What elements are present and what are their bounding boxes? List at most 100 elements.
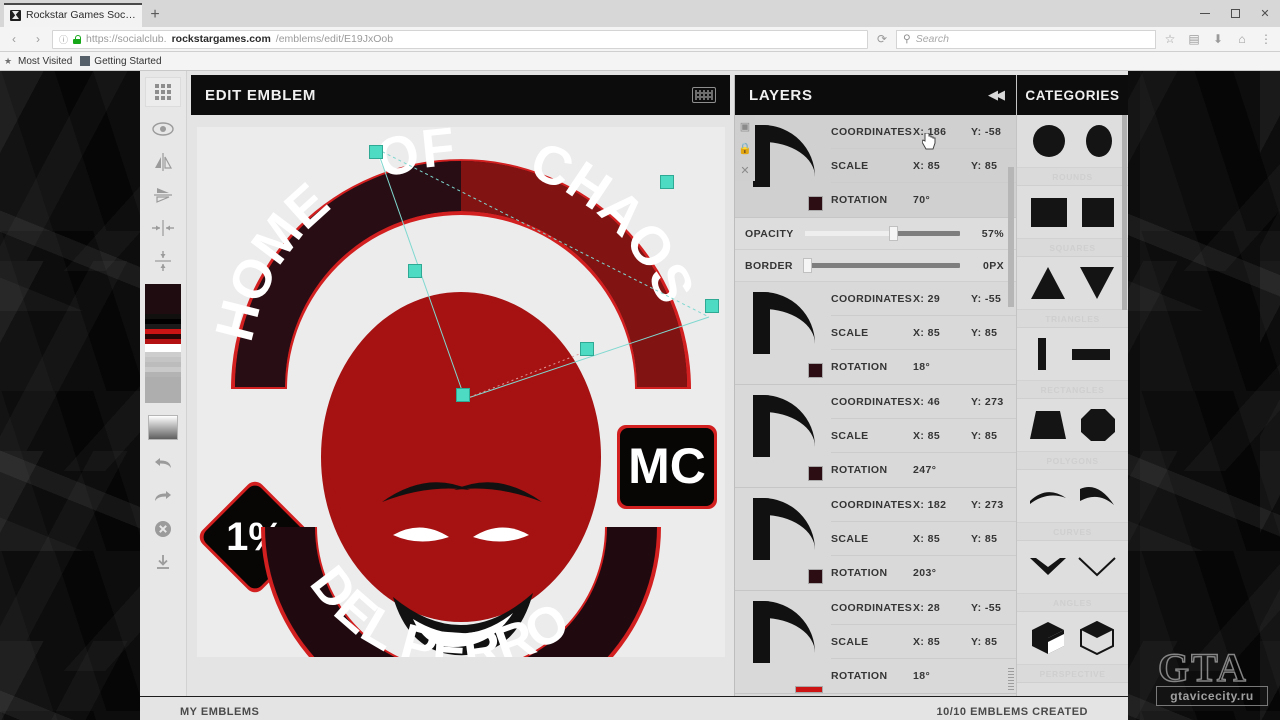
triangle-down-icon[interactable]: [1079, 266, 1115, 300]
selection-handle[interactable]: [455, 388, 470, 402]
category-polygons[interactable]: POLYGONS: [1017, 399, 1128, 470]
category-perspective[interactable]: PERSPECTIVE: [1017, 612, 1128, 683]
categories-list[interactable]: ROUNDS SQUARES TRIANGLES RECTANGLES POLY…: [1017, 115, 1128, 696]
maximize-button[interactable]: [1220, 0, 1250, 27]
category-triangles[interactable]: TRIANGLES: [1017, 257, 1128, 328]
rotation-value: 247°: [913, 464, 937, 476]
category-label: TRIANGLES: [1017, 309, 1128, 327]
cube-solid-icon[interactable]: [1030, 621, 1066, 655]
scale-y: Y: 85: [971, 635, 998, 648]
chevron-bold-icon[interactable]: [1029, 555, 1067, 579]
bookmark-most-visited[interactable]: ★ Most Visited: [4, 56, 72, 67]
bookmark-star-icon[interactable]: ☆: [1160, 29, 1180, 49]
layer-row[interactable]: COORDINATES X: 29 Y: -55 SCALE X: 85 Y: …: [735, 282, 1016, 385]
layer-row[interactable]: COORDINATES X: 28 Y: -55 SCALE X: 85 Y: …: [735, 591, 1016, 694]
color-swatch-stack[interactable]: [145, 284, 181, 403]
curve-thin-icon[interactable]: [1029, 484, 1067, 508]
minimize-button[interactable]: [1190, 0, 1220, 27]
back-icon[interactable]: ‹: [4, 29, 24, 49]
downloads-icon[interactable]: ⬇: [1208, 29, 1228, 49]
layer-thumbnail: [735, 591, 831, 693]
square-icon[interactable]: [1030, 197, 1068, 228]
prop-label: COORDINATES: [831, 601, 913, 614]
reload-icon[interactable]: ⟳: [872, 29, 892, 49]
bookmark-folder-icon: [80, 56, 91, 66]
redo-icon[interactable]: [146, 479, 180, 512]
search-input[interactable]: ⚲ Search: [896, 29, 1156, 49]
align-center-vertical-icon[interactable]: [146, 244, 180, 277]
lock-icon[interactable]: 🔒: [735, 137, 755, 159]
undo-icon[interactable]: [146, 446, 180, 479]
layers-header: LAYERS ◀◀: [735, 75, 1016, 115]
selection-handle[interactable]: [704, 299, 719, 313]
selection-handle[interactable]: [579, 342, 594, 356]
category-curves[interactable]: CURVES: [1017, 470, 1128, 541]
category-rectangles[interactable]: RECTANGLES: [1017, 328, 1128, 399]
menu-icon[interactable]: ⋮: [1256, 29, 1276, 49]
layer-row[interactable]: COORDINATES X: 182 Y: 273 SCALE X: 85 Y:…: [735, 488, 1016, 591]
octagon-icon[interactable]: [1080, 408, 1116, 442]
coordinate-y: Y: 273: [971, 395, 1004, 408]
selection-handle[interactable]: [659, 175, 674, 189]
border-slider[interactable]: [803, 258, 960, 273]
forward-icon[interactable]: ›: [28, 29, 48, 49]
scale-x: X: 85: [913, 159, 941, 172]
category-angles[interactable]: ANGLES: [1017, 541, 1128, 612]
layers-list[interactable]: ▣ 🔒 ✕ COORDINATES X: 186 Y: -58 SCALE X:…: [735, 115, 1016, 696]
layers-scrollbar[interactable]: [1008, 167, 1014, 307]
align-center-horizontal-icon[interactable]: [146, 211, 180, 244]
my-emblems-label[interactable]: MY EMBLEMS: [180, 706, 259, 718]
eye-icon[interactable]: [146, 112, 180, 145]
coordinate-x: X: 29: [913, 292, 941, 305]
selection-handle[interactable]: [368, 145, 383, 159]
chevron-thin-icon[interactable]: [1078, 555, 1116, 579]
curve-thick-icon[interactable]: [1078, 483, 1116, 509]
clear-circle-icon[interactable]: [146, 512, 180, 545]
layer-sliders: OPACITY 57% BORDER 0PX: [735, 133, 1016, 282]
emblem-canvas[interactable]: HOME OF CHAOS 1% MC DEL PERRO: [196, 127, 725, 657]
ellipse-icon[interactable]: [1084, 124, 1114, 158]
triangle-up-icon[interactable]: [1030, 266, 1066, 300]
collapse-left-icon[interactable]: ◀◀: [988, 87, 1005, 103]
category-rounds[interactable]: ROUNDS: [1017, 115, 1128, 186]
flip-vertical-icon[interactable]: [146, 178, 180, 211]
download-icon[interactable]: [146, 545, 180, 578]
browser-tab[interactable]: Rockstar Games Social Club: [4, 3, 142, 27]
favicon-rockstar: [10, 9, 21, 21]
duplicate-icon[interactable]: ▣: [735, 115, 755, 137]
layers-scroll-grip[interactable]: [1008, 668, 1014, 690]
home-icon[interactable]: ⌂: [1232, 29, 1252, 49]
watermark-logo: GTA: [1157, 644, 1248, 691]
page-info-icon[interactable]: ⓘ: [59, 33, 68, 46]
layer-row[interactable]: ▣ 🔒 ✕ COORDINATES X: 186 Y: -58 SCALE X:…: [735, 115, 1016, 218]
layer-row[interactable]: COORDINATES X: 46 Y: 273 SCALE X: 85 Y: …: [735, 385, 1016, 488]
prop-label: COORDINATES: [831, 125, 913, 138]
selection-handle[interactable]: [407, 264, 422, 278]
category-squares[interactable]: SQUARES: [1017, 186, 1128, 257]
categories-scrollbar[interactable]: [1122, 115, 1127, 310]
bookmark-label: Most Visited: [18, 55, 73, 67]
layer-color-swatch: [808, 363, 823, 378]
flip-horizontal-icon[interactable]: [146, 145, 180, 178]
library-icon[interactable]: ▤: [1184, 29, 1204, 49]
scale-x: X: 85: [913, 326, 941, 339]
gradient-picker[interactable]: [148, 415, 178, 440]
keyboard-icon[interactable]: [692, 87, 716, 103]
square-outline-icon[interactable]: [1081, 197, 1115, 228]
bookmark-getting-started[interactable]: Getting Started: [80, 56, 162, 67]
prop-label: ROTATION: [831, 361, 888, 373]
circle-icon[interactable]: [1031, 124, 1067, 158]
opacity-slider[interactable]: [805, 226, 960, 241]
bar-vertical-icon[interactable]: [1033, 336, 1051, 372]
trapezoid-icon[interactable]: [1029, 410, 1067, 440]
close-button[interactable]: ✕: [1250, 0, 1280, 27]
cube-outline-icon[interactable]: [1079, 621, 1115, 655]
grid-icon[interactable]: [145, 77, 181, 107]
address-bar[interactable]: ⓘ https://socialclub. rockstargames.com/e…: [52, 29, 868, 49]
layer-properties: COORDINATES X: 29 Y: -55 SCALE X: 85 Y: …: [831, 282, 1016, 384]
new-tab-button[interactable]: +: [142, 3, 168, 27]
close-icon[interactable]: ✕: [735, 159, 755, 181]
prop-label: COORDINATES: [831, 395, 913, 408]
bar-horizontal-icon[interactable]: [1070, 336, 1112, 372]
url-scheme: https://socialclub.: [86, 33, 167, 45]
